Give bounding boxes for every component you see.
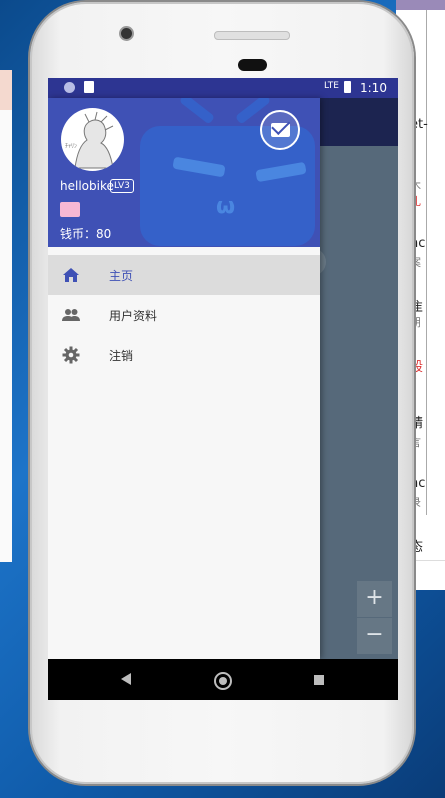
menu-item-profile[interactable]: 用户资料 [48, 295, 320, 335]
background-window-left [0, 70, 12, 562]
bg-footer [410, 560, 445, 590]
svg-text:ﾁｬﾘﾝ: ﾁｬﾘﾝ [65, 143, 77, 150]
earpiece-speaker [214, 31, 290, 40]
battery-icon [344, 81, 351, 93]
menu-item-logout[interactable]: 注销 [48, 335, 320, 375]
notification-icon [64, 82, 75, 93]
back-icon[interactable] [121, 673, 131, 685]
drawer-menu: 主页 用户资料 注销 [48, 255, 320, 375]
clock: 1:10 [360, 81, 387, 95]
menu-item-home[interactable]: 主页 [48, 255, 320, 295]
home-icon [63, 268, 79, 282]
home-button-icon[interactable] [214, 672, 232, 690]
mail-icon [271, 123, 290, 137]
status-bar: LTE 1:10 [48, 78, 398, 98]
gear-icon [62, 346, 80, 364]
level-badge: LV3 [110, 179, 134, 193]
background-window-left-header [0, 70, 12, 110]
menu-item-label: 用户资料 [109, 309, 158, 323]
tv-mouth: ω [216, 194, 236, 219]
tv-antenna-left [178, 98, 216, 125]
vip-badge [60, 202, 80, 217]
phone-screen: LTE 1:10 + − ω ﾁｬﾘﾝ hellobike LV3 钱币：80 … [48, 78, 398, 700]
front-camera [119, 26, 134, 41]
avatar[interactable]: ﾁｬﾘﾝ [61, 108, 124, 171]
zoom-in-button[interactable]: + [357, 581, 392, 617]
avatar-sketch-icon: ﾁｬﾘﾝ [65, 111, 114, 169]
navigation-drawer: ω ﾁｬﾘﾝ hellobike LV3 钱币：80 主页 用户资料 注销 [48, 98, 320, 659]
proximity-sensor [238, 59, 267, 71]
coin-balance: 钱币：80 [60, 227, 112, 241]
username: hellobike [60, 179, 114, 193]
menu-item-label: 注销 [109, 349, 134, 363]
android-nav-bar [48, 659, 398, 700]
sd-card-icon [84, 81, 94, 93]
mail-button[interactable] [260, 110, 300, 150]
network-label: LTE [324, 81, 339, 91]
background-window-scrollbar[interactable] [426, 10, 445, 515]
background-window-titlebar [396, 0, 445, 10]
zoom-out-button[interactable]: − [357, 618, 392, 654]
people-icon [62, 309, 80, 321]
drawer-header: ω ﾁｬﾘﾝ hellobike LV3 钱币：80 [48, 98, 320, 247]
recent-apps-icon[interactable] [314, 675, 324, 685]
menu-item-label: 主页 [109, 269, 134, 283]
